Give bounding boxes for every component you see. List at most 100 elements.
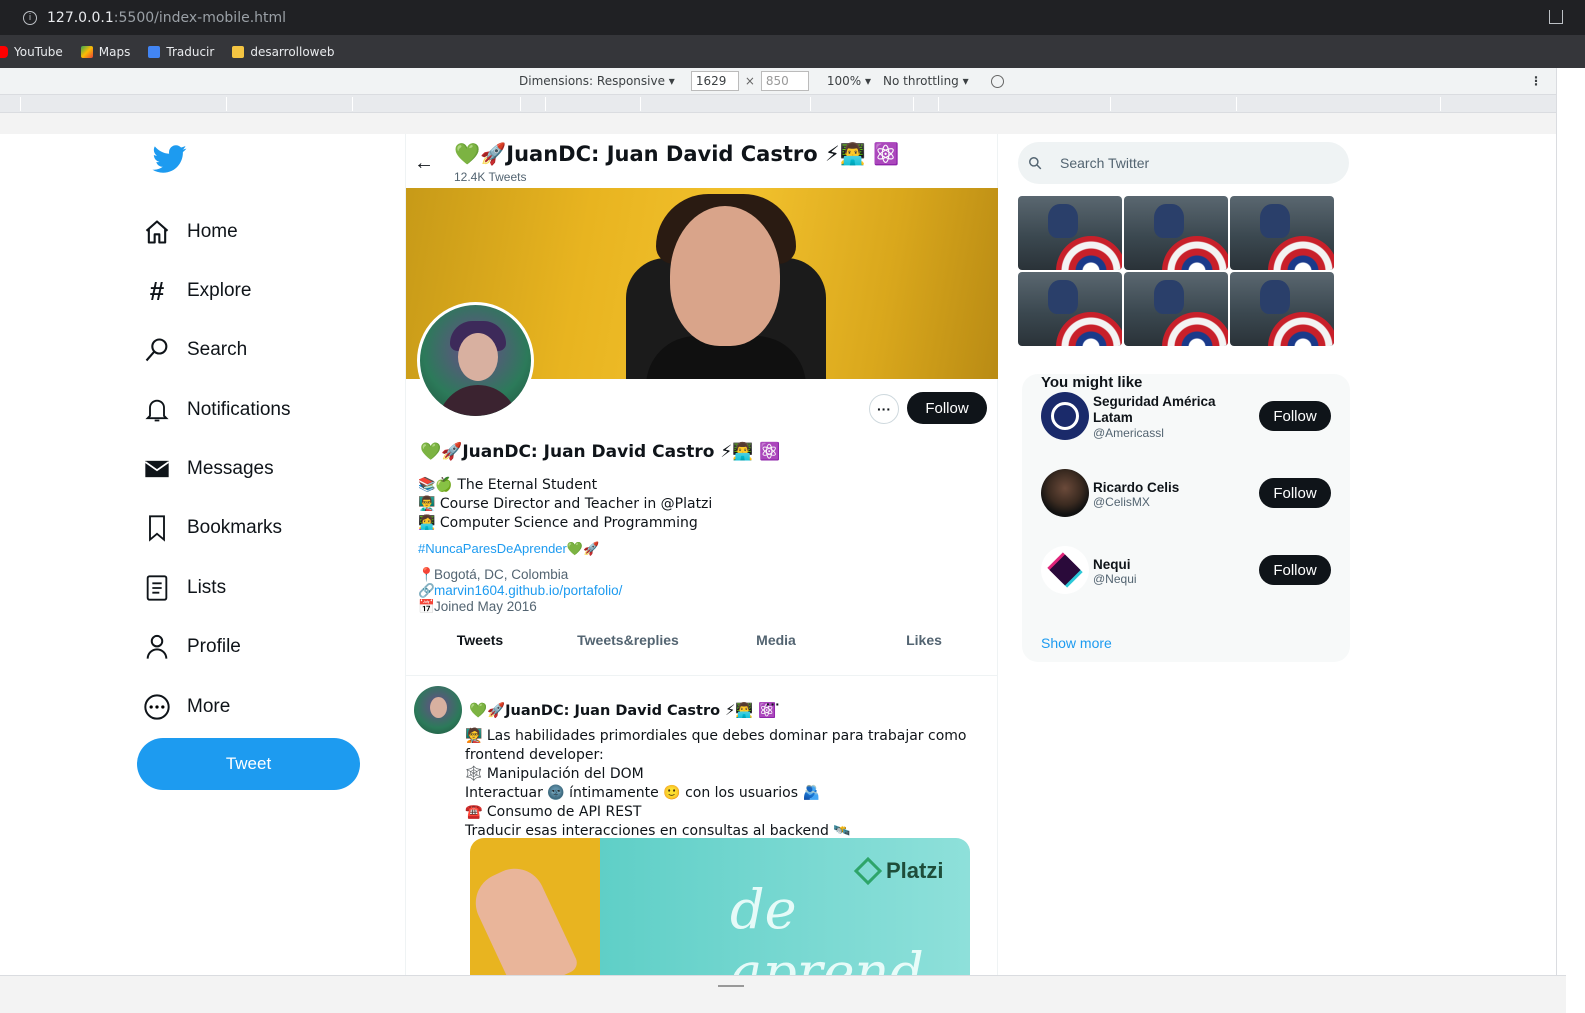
media-query-ruler[interactable] [0, 95, 1566, 113]
device-height-input[interactable]: 850 [760, 71, 809, 91]
bookmark-traducir[interactable]: Traducir [148, 45, 214, 59]
profile-avatar[interactable] [417, 302, 534, 419]
nav-profile[interactable]: Profile [143, 631, 241, 663]
back-arrow-icon[interactable]: ← [414, 152, 434, 175]
media-thumbnail[interactable] [1124, 272, 1228, 346]
tweet-button[interactable]: Tweet [137, 738, 360, 790]
suggestion-name[interactable]: Nequi [1093, 557, 1223, 573]
suggestion-name[interactable]: Seguridad América Latam [1093, 394, 1223, 426]
twitter-logo-icon[interactable] [152, 142, 188, 176]
page-viewport: Home # Explore Search Notifications Mess… [0, 134, 1537, 975]
search-icon [1029, 157, 1042, 170]
share-icon[interactable] [1549, 10, 1563, 24]
bookmark-youtube[interactable]: YouTube [0, 45, 63, 59]
more-circle-icon [143, 693, 171, 721]
header-profile-name: 💚🚀JuanDC: Juan David Castro ⚡👨‍💻 ⚛️ [454, 142, 900, 166]
suggestion-follow-button[interactable]: Follow [1259, 555, 1331, 585]
media-thumbnail[interactable] [1018, 272, 1122, 346]
link-icon: 🔗 [418, 583, 435, 598]
follow-button[interactable]: Follow [907, 392, 987, 424]
nav-messages-label: Messages [187, 458, 274, 479]
bio-line: 📚🍏 The Eternal Student [418, 477, 598, 493]
suggestion-name[interactable]: Ricardo Celis [1093, 480, 1223, 496]
bookmark-desarrolloweb[interactable]: desarrolloweb [232, 45, 335, 59]
nav-lists[interactable]: Lists [143, 572, 226, 604]
device-toolbar: Dimensions: Responsive ▾ 1629 × 850 100%… [0, 68, 1566, 95]
rotate-icon[interactable] [990, 74, 1004, 88]
suggestion-avatar[interactable] [1041, 546, 1089, 594]
bookmark-icon [143, 514, 171, 542]
kebab-menu-icon[interactable]: ⋮ [1530, 74, 1542, 88]
address-bar[interactable]: i 127.0.0.1:5500/index-mobile.html [0, 0, 1585, 35]
media-script-text: de aprend [730, 878, 924, 975]
site-info-icon[interactable]: i [23, 10, 37, 25]
youtube-icon [0, 45, 8, 58]
media-thumbnail[interactable] [1018, 196, 1122, 270]
nav-profile-label: Profile [187, 636, 241, 657]
tweet-line: ☎️ Consumo de API REST [465, 804, 642, 820]
profile-meta: 📍Bogotá, DC, Colombia 🔗marvin1604.github… [418, 567, 622, 615]
tweet-avatar[interactable] [414, 686, 462, 734]
suggestion-avatar[interactable] [1041, 469, 1089, 517]
profile-hashtag[interactable]: #NuncaParesDeAprender💚🚀 [418, 541, 599, 557]
person-icon [143, 633, 171, 661]
url-text[interactable]: 127.0.0.1:5500/index-mobile.html [47, 10, 286, 26]
nav-search[interactable]: Search [143, 334, 247, 366]
tweet-text: 🧑‍🏫 Las habilidades primordiales que deb… [465, 727, 985, 841]
nav-messages[interactable]: Messages [143, 453, 274, 485]
bio-line: 👨‍🏫 Course Director and Teacher in @Plat… [418, 496, 713, 512]
hashtag-link[interactable]: #NuncaParesDeAprender [418, 541, 567, 556]
search-box[interactable] [1018, 142, 1349, 184]
zoom-select[interactable]: 100% ▾ [827, 74, 871, 88]
you-might-like-panel: You might like Seguridad América Latam @… [1022, 374, 1350, 662]
bio-line: 👩‍💻 Computer Science and Programming [418, 515, 698, 531]
nav-more-label: More [187, 696, 231, 717]
suggestion-item[interactable]: Nequi @Nequi Follow [1041, 546, 1341, 596]
device-resize-handle[interactable] [0, 975, 1566, 1013]
maps-icon [80, 45, 93, 58]
device-frame-top [0, 113, 1566, 134]
tweet-media-image[interactable]: de aprend Platzi [470, 838, 970, 975]
throttling-select[interactable]: No throttling ▾ [883, 74, 969, 88]
suggestion-item[interactable]: Seguridad América Latam @Americassl Foll… [1041, 392, 1341, 442]
media-thumbnail[interactable] [1230, 196, 1334, 270]
show-more-link[interactable]: Show more [1041, 635, 1112, 651]
bookmark-maps[interactable]: Maps [80, 45, 130, 59]
media-thumbnail[interactable] [1124, 196, 1228, 270]
location-pin-icon: 📍 [418, 567, 435, 582]
nav-bookmarks[interactable]: Bookmarks [143, 512, 282, 544]
suggestion-follow-button[interactable]: Follow [1259, 401, 1331, 431]
nav-explore[interactable]: # Explore [143, 275, 252, 307]
media-grid [1018, 196, 1334, 346]
tab-media[interactable]: Media [702, 624, 850, 656]
nav-lists-label: Lists [187, 577, 227, 598]
profile-website-link[interactable]: marvin1604.github.io/portafolio/ [434, 583, 622, 598]
tweet-count: 12.4K Tweets [454, 170, 527, 184]
tweet-line: Interactuar 🌚 íntimamente 🙂 con los usua… [465, 785, 820, 801]
bell-icon [143, 396, 171, 424]
suggestion-item[interactable]: Ricardo Celis @CelisMX Follow [1041, 469, 1341, 519]
suggestion-follow-button[interactable]: Follow [1259, 478, 1331, 508]
media-thumbnail[interactable] [1230, 272, 1334, 346]
device-width-input[interactable]: 1629 [690, 71, 739, 91]
suggestion-handle: @Americassl [1093, 426, 1164, 440]
suggestion-avatar[interactable] [1041, 392, 1089, 440]
tweet-line: 🧑‍🏫 Las habilidades primordiales que deb… [465, 728, 967, 763]
more-options-button[interactable]: ··· [869, 394, 899, 424]
envelope-icon [143, 455, 171, 483]
nav-home[interactable]: Home [143, 216, 238, 248]
search-input[interactable] [1060, 155, 1320, 171]
tweet-author-name[interactable]: 💚🚀JuanDC: Juan David Castro ⚡👨‍💻 ⚛️ [469, 702, 777, 719]
nav-search-label: Search [187, 339, 248, 360]
nav-more[interactable]: More [143, 691, 230, 723]
translate-icon [148, 45, 161, 58]
profile-name: 💚🚀JuanDC: Juan David Castro ⚡👨‍💻 ⚛️ [420, 442, 781, 462]
tab-likes[interactable]: Likes [850, 624, 998, 656]
nav-notifications[interactable]: Notifications [143, 394, 291, 426]
dimensions-select[interactable]: Dimensions: Responsive ▾ [519, 74, 675, 88]
tab-tweets[interactable]: Tweets [406, 624, 554, 656]
tweet-more-button[interactable]: ··· [766, 696, 780, 712]
search-icon [143, 336, 171, 364]
tab-tweets-replies[interactable]: Tweets&replies [554, 624, 702, 656]
devtools-side-panel[interactable] [1556, 68, 1585, 1013]
